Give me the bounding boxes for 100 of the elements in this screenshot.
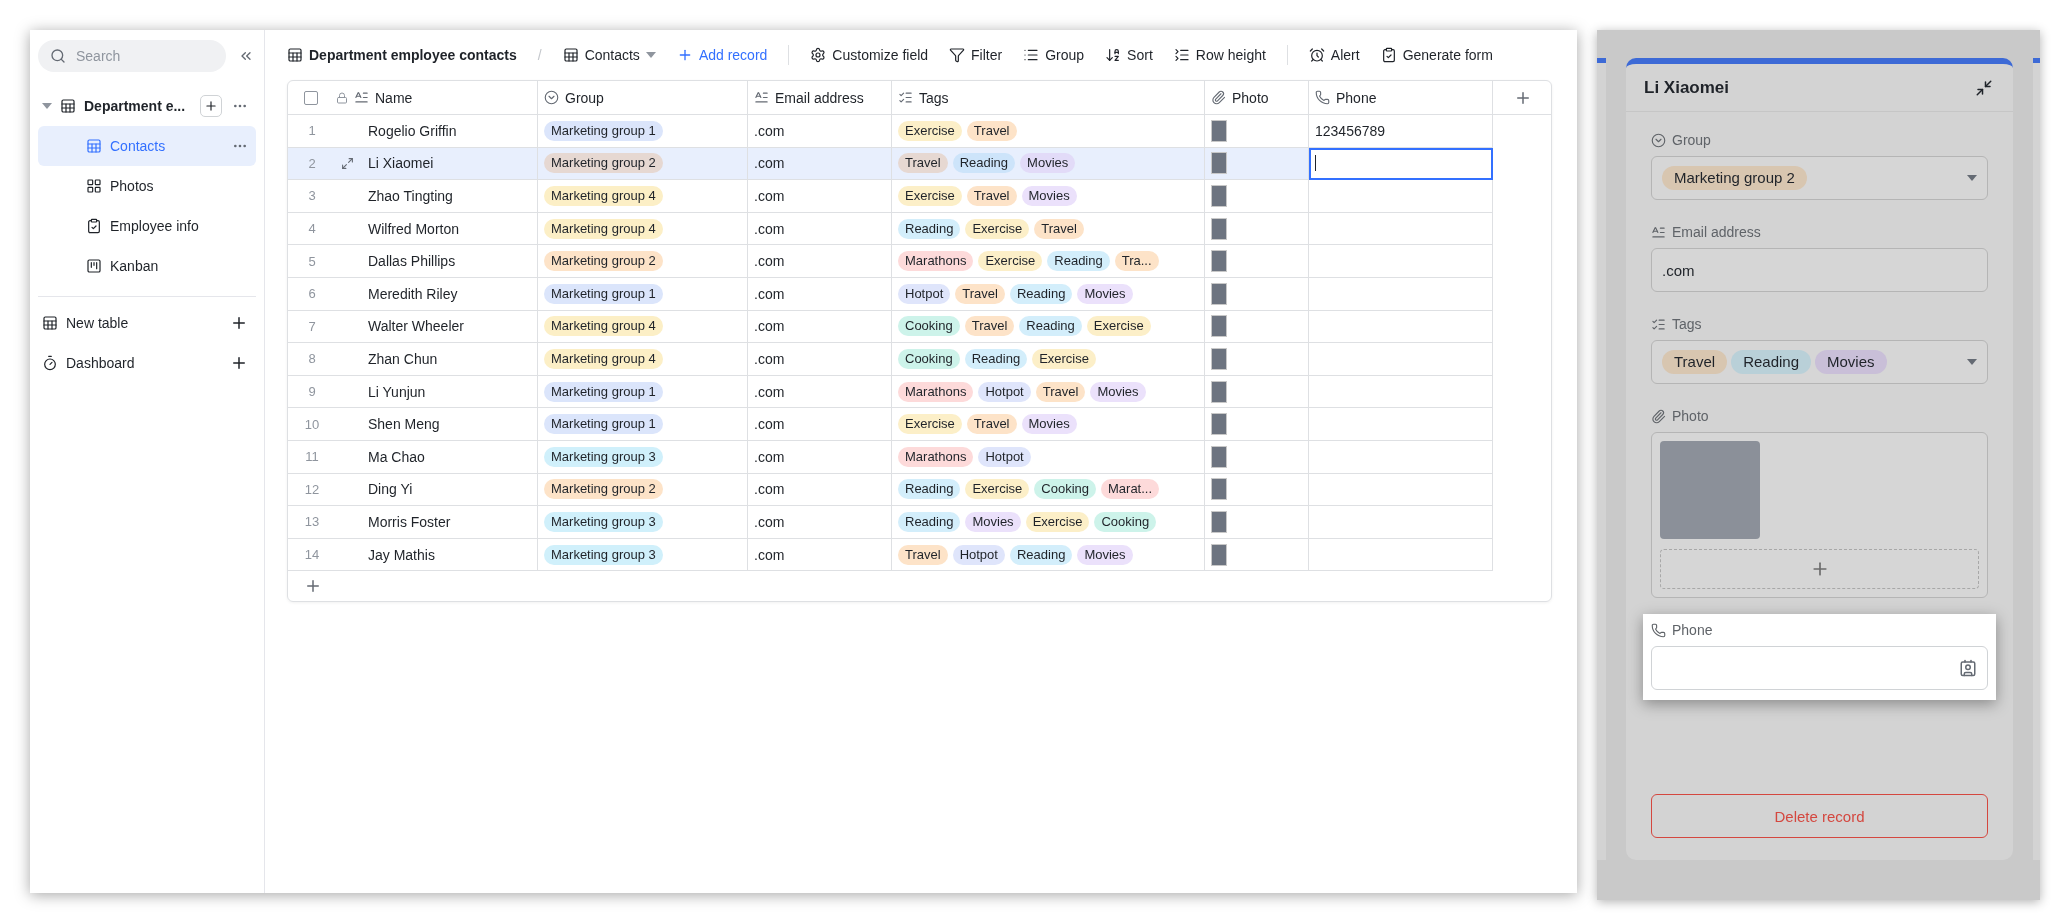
list-icon xyxy=(1023,47,1040,63)
tag: Marketing group 4 xyxy=(544,218,663,239)
tag: Marathons xyxy=(898,446,974,467)
table-cell: Zhan Chun xyxy=(368,350,438,367)
tag: Movies xyxy=(1021,186,1077,206)
field-label: Email address xyxy=(1672,224,1761,240)
tag: Exercise xyxy=(965,479,1030,500)
tag: Exercise xyxy=(898,414,962,435)
tag: Movies xyxy=(1021,414,1077,435)
tag: Exercise xyxy=(1032,348,1096,369)
plus-icon xyxy=(230,354,248,372)
tag: Movies xyxy=(1020,153,1076,174)
table-cell: Dallas Phillips xyxy=(368,253,456,270)
tag: Hotpot xyxy=(978,446,1031,467)
column-header[interactable]: Phone xyxy=(1309,81,1493,114)
column-header[interactable]: Group xyxy=(538,81,748,114)
tag: Reading xyxy=(1047,251,1110,272)
table-cell: .com xyxy=(754,350,785,367)
row-height-icon xyxy=(1173,47,1190,63)
sidebar-item[interactable]: Contacts xyxy=(38,126,256,166)
sidebar-item[interactable]: Kanban xyxy=(38,246,256,286)
record-title: Li Xiaomei xyxy=(1644,77,1730,98)
add-button[interactable] xyxy=(200,95,222,117)
sort-icon xyxy=(1105,47,1122,63)
add-photo-button[interactable] xyxy=(1660,549,1979,589)
toolbar-button[interactable]: Customize field xyxy=(810,47,929,63)
tag: Marketing group 1 xyxy=(544,381,663,402)
photo-placeholder xyxy=(1211,250,1227,273)
table-cell: Ding Yi xyxy=(368,481,413,498)
toolbar-button[interactable]: Row height xyxy=(1173,47,1266,63)
tag: Movies xyxy=(1077,283,1133,304)
toolbar-button[interactable]: Alert xyxy=(1308,47,1360,63)
table-cell: .com xyxy=(754,220,785,237)
column-header[interactable]: Name xyxy=(288,81,538,114)
sidebar-item[interactable]: Photos xyxy=(38,166,256,206)
expand-icon[interactable] xyxy=(341,156,354,170)
row-number: 3 xyxy=(307,188,317,204)
column-header[interactable]: Email address xyxy=(748,81,892,114)
sidebar-item[interactable]: New table xyxy=(38,303,256,343)
toolbar-button[interactable]: Sort xyxy=(1105,47,1153,63)
sidebar-item[interactable]: Department e... xyxy=(38,86,256,126)
row-number: 9 xyxy=(307,384,317,400)
tag: Exercise xyxy=(898,120,962,141)
tag: Marketing group 4 xyxy=(544,348,663,369)
tag: Marketing group 2 xyxy=(544,153,663,174)
tag: Reading xyxy=(898,511,961,532)
select-field[interactable]: Travel Reading Movies xyxy=(1651,340,1988,384)
tag: Movies xyxy=(1090,381,1146,402)
field-label: Group xyxy=(1672,132,1711,148)
sidebar-item[interactable]: Dashboard xyxy=(38,343,256,383)
tag: Reading xyxy=(952,153,1016,174)
photo-placeholder xyxy=(1211,152,1227,175)
table-cell: .com xyxy=(754,155,785,172)
table-row[interactable]: 2 Li Xiaomei Marketing group 2 .com Travel Reading Movies xyxy=(288,147,1551,181)
row-number: 6 xyxy=(307,286,317,302)
paperclip-icon xyxy=(1211,90,1226,105)
tag: Marketing group 3 xyxy=(544,446,663,467)
caret-icon xyxy=(645,52,656,58)
input-field[interactable]: .com xyxy=(1651,248,1988,292)
add-record-button[interactable]: Add record xyxy=(676,47,768,63)
column-header[interactable]: Photo xyxy=(1205,81,1309,114)
column-header[interactable]: Tags xyxy=(892,81,1205,114)
table-cell: Li Yunjun xyxy=(368,383,426,400)
toolbar-button[interactable]: Group xyxy=(1023,47,1085,63)
table-cell: Li Xiaomei xyxy=(368,155,434,172)
table-cell: .com xyxy=(754,285,785,302)
tag: Tra... xyxy=(1114,251,1159,272)
input-field[interactable] xyxy=(1651,646,1988,690)
tag: Reading xyxy=(964,348,1028,369)
search-field[interactable]: Search xyxy=(38,40,226,72)
search-input[interactable]: Search xyxy=(74,47,194,65)
tag: Marathons xyxy=(898,381,974,402)
breadcrumb-link[interactable]: Department employee contacts xyxy=(287,47,517,63)
row-number: 7 xyxy=(307,318,317,334)
tag: Travel xyxy=(898,153,948,174)
select-all-checkbox[interactable] xyxy=(304,90,318,105)
photo-placeholder xyxy=(1211,315,1227,338)
view-dropdown[interactable]: Contacts xyxy=(562,47,656,63)
photo-placeholder xyxy=(1211,543,1227,566)
text-cursor xyxy=(1315,155,1316,172)
tag: Exercise xyxy=(1025,511,1090,532)
row-number: 2 xyxy=(307,155,317,171)
photo-placeholder xyxy=(1211,510,1227,533)
table-icon xyxy=(42,315,58,331)
photo-placeholder xyxy=(1211,217,1227,240)
toolbar-button[interactable]: Generate form xyxy=(1380,47,1493,63)
table-cell: Jay Mathis xyxy=(368,546,435,563)
text-field-icon xyxy=(354,90,369,105)
photo-placeholder xyxy=(1211,413,1227,436)
toolbar-button[interactable]: Filter xyxy=(949,47,1003,63)
contact-card-icon[interactable] xyxy=(1959,659,1977,677)
select-field[interactable]: Marketing group 2 xyxy=(1651,156,1988,200)
tag: Reading xyxy=(898,218,961,239)
dropdown-circle-icon xyxy=(1651,132,1666,148)
tag: Hotpot xyxy=(978,381,1031,402)
tag: Travel xyxy=(1662,350,1728,374)
checklist-icon xyxy=(1651,316,1666,332)
clipboard-icon xyxy=(86,218,102,234)
table-cell[interactable] xyxy=(1309,147,1493,181)
sidebar-item[interactable]: Employee info xyxy=(38,206,256,246)
